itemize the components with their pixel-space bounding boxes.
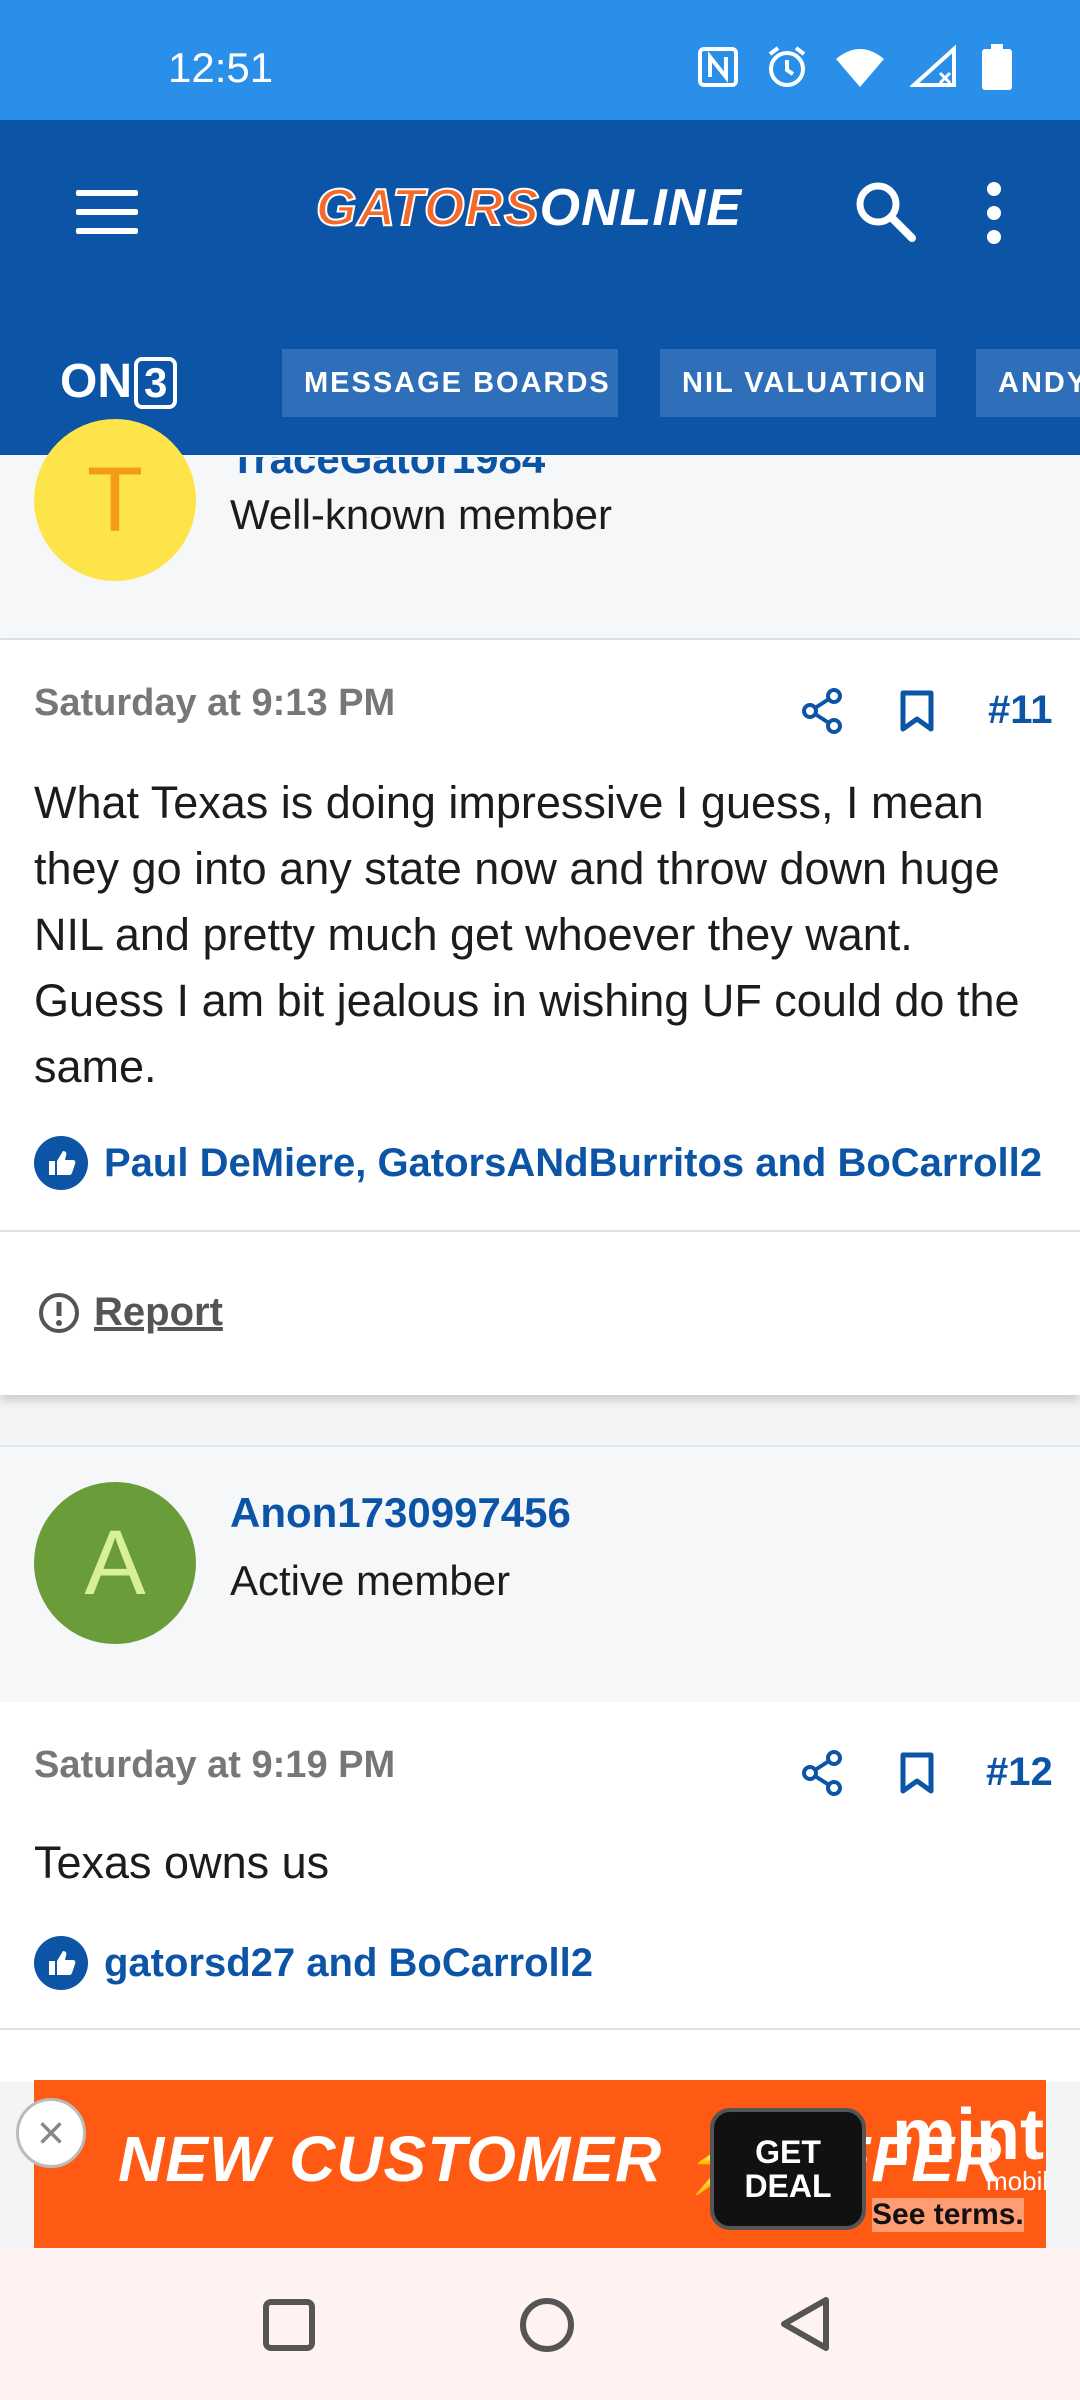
tab-message-boards[interactable]: MESSAGE BOARDS	[282, 349, 618, 417]
alarm-icon	[768, 46, 806, 87]
divider	[0, 2028, 1080, 2030]
post-likes[interactable]: gatorsd27 and BoCarroll2	[34, 1936, 593, 1990]
on3-number: 3	[134, 357, 178, 409]
ad-terms: See terms.	[872, 2198, 1024, 2232]
wifi-icon	[836, 49, 884, 87]
home-icon[interactable]	[518, 2296, 576, 2354]
search-icon[interactable]	[850, 176, 920, 246]
bookmark-icon[interactable]	[900, 690, 934, 732]
ad-brand: mint	[892, 2095, 1044, 2175]
ad-get-deal-button[interactable]: GET DEAL	[710, 2108, 866, 2230]
ad-headline: NEW CUSTOMER ⚡ OFFER	[118, 2123, 1003, 2195]
post-author-bar: A Anon1730997456 Active member	[0, 1445, 1080, 1704]
author-name[interactable]: Anon1730997456	[230, 1489, 571, 1537]
post-number[interactable]: #11	[988, 688, 1053, 733]
thumbs-up-icon	[34, 1936, 88, 1990]
bookmark-icon[interactable]	[900, 1752, 934, 1794]
status-bar: 12:51	[0, 0, 1080, 120]
likes-text[interactable]: gatorsd27 and BoCarroll2	[104, 1941, 593, 1986]
post-number[interactable]: #12	[986, 1750, 1053, 1795]
post-date[interactable]: Saturday at 9:13 PM	[34, 682, 395, 725]
post-card: Saturday at 9:19 PM #12 Texas owns us ga…	[0, 1702, 1080, 2082]
alert-icon	[39, 1292, 79, 1333]
more-options-icon[interactable]	[982, 182, 1006, 246]
post-card: Saturday at 9:13 PM #11 What Texas is do…	[0, 640, 1080, 1395]
on3-text: ON	[60, 355, 132, 408]
logo-text-online: ONLINE	[539, 179, 743, 237]
logo-text-gators: GATORS	[315, 178, 540, 238]
post-body: Texas owns us	[34, 1837, 330, 1888]
nfc-icon	[698, 47, 738, 87]
divider	[0, 1230, 1080, 1232]
report-label[interactable]: Report	[94, 1290, 223, 1335]
author-role: Well-known member	[230, 491, 612, 538]
avatar[interactable]: A	[34, 1482, 196, 1644]
app-header: GATORSONLINE ON 3 MESSAGE BOARDS NIL VALU…	[0, 120, 1080, 455]
battery-icon	[982, 44, 1012, 90]
author-role: Active member	[230, 1557, 511, 1604]
menu-icon[interactable]	[76, 190, 138, 234]
site-logo[interactable]: GATORSONLINE	[315, 178, 743, 238]
recents-icon[interactable]	[262, 2298, 316, 2352]
on3-logo[interactable]: ON 3	[60, 354, 178, 409]
post-date[interactable]: Saturday at 9:19 PM	[34, 1744, 395, 1787]
share-icon[interactable]	[800, 688, 846, 734]
signal-icon	[910, 45, 956, 87]
post-likes[interactable]: Paul DeMiere, GatorsANdBurritos and BoCa…	[34, 1136, 1042, 1190]
ad-banner[interactable]: NEW CUSTOMER ⚡ OFFER GET DEAL mint mobil…	[34, 2080, 1046, 2248]
thumbs-up-icon	[34, 1136, 88, 1190]
back-icon[interactable]	[776, 2294, 832, 2354]
avatar[interactable]: T	[34, 419, 196, 581]
post-body: What Texas is doing impressive I guess, …	[34, 777, 1020, 1092]
post-author-bar: T TraceGator1984 Well-known member	[0, 419, 1080, 640]
close-icon[interactable]: ×	[16, 2098, 86, 2168]
status-time: 12:51	[168, 44, 274, 91]
share-icon[interactable]	[800, 1750, 846, 1796]
likes-text[interactable]: Paul DeMiere, GatorsANdBurritos and BoCa…	[104, 1141, 1042, 1186]
system-nav-bar	[0, 2250, 1080, 2400]
status-icons	[696, 44, 1012, 90]
report-link[interactable]: Report	[38, 1290, 223, 1335]
tab-nil-valuation[interactable]: NIL VALUATION	[660, 349, 936, 417]
tab-andy[interactable]: ANDY	[976, 349, 1080, 417]
ad-brand-sub: mobile	[986, 2166, 1046, 2196]
